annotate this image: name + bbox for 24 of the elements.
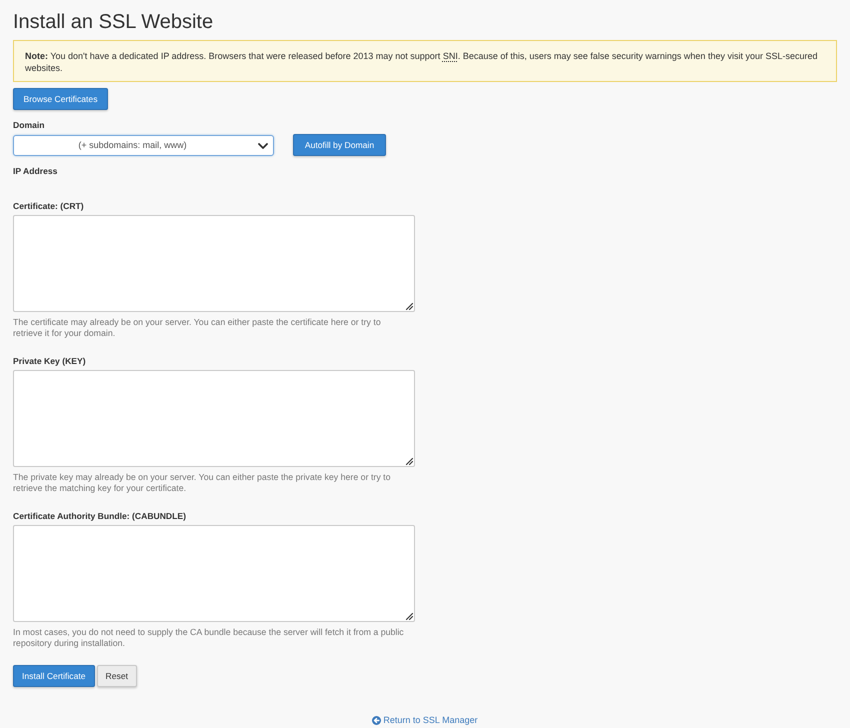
field-label: Certificate: (CRT) xyxy=(13,200,85,212)
autofill-button[interactable]: Autofill by Domain xyxy=(293,134,386,156)
help-text: In most cases, you do not need to supply the CA bundle because the server will fetch it from a public repository during installation. xyxy=(13,627,405,649)
help-text: The private key may already be on your server. You can either paste the private key here or try to retrieve the matching key for your certificate. xyxy=(13,472,392,494)
chevron-down-icon xyxy=(258,142,268,148)
browse-certificates-button[interactable]: Browse Certificates xyxy=(13,88,108,110)
text-area-field[interactable] xyxy=(13,370,415,467)
action-button[interactable]: Install Certificate xyxy=(13,665,95,687)
resize-grip-icon xyxy=(405,457,413,465)
return-link[interactable]: Return to SSL Manager xyxy=(372,714,478,726)
text-area-field[interactable] xyxy=(13,215,415,312)
circle-arrow-left-icon xyxy=(372,716,382,724)
resize-grip-icon xyxy=(405,302,413,310)
text-area-field[interactable] xyxy=(13,525,415,622)
action-button[interactable]: Reset xyxy=(96,665,137,687)
domain-select[interactable]: (+ subdomains: mail, www) xyxy=(13,134,274,156)
ip-address-label: IP Address xyxy=(13,165,58,177)
field-label: Certificate Authority Bundle: (CABUNDLE) xyxy=(13,510,187,522)
notice-text: Note: You don't have a dedicated IP address. Browsers that were released before 2013 may not support SNI. Because of this, users may see false security warnings when they visit your SSL-secured websites. xyxy=(25,50,818,74)
help-text: The certificate may already be on your server. You can either paste the certificate here or try to retrieve it for your domain. xyxy=(13,317,382,339)
domain-label: Domain xyxy=(13,119,46,131)
resize-grip-icon xyxy=(405,612,413,620)
page-title: Install an SSL Website xyxy=(13,10,214,34)
field-label: Private Key (KEY) xyxy=(13,355,87,367)
